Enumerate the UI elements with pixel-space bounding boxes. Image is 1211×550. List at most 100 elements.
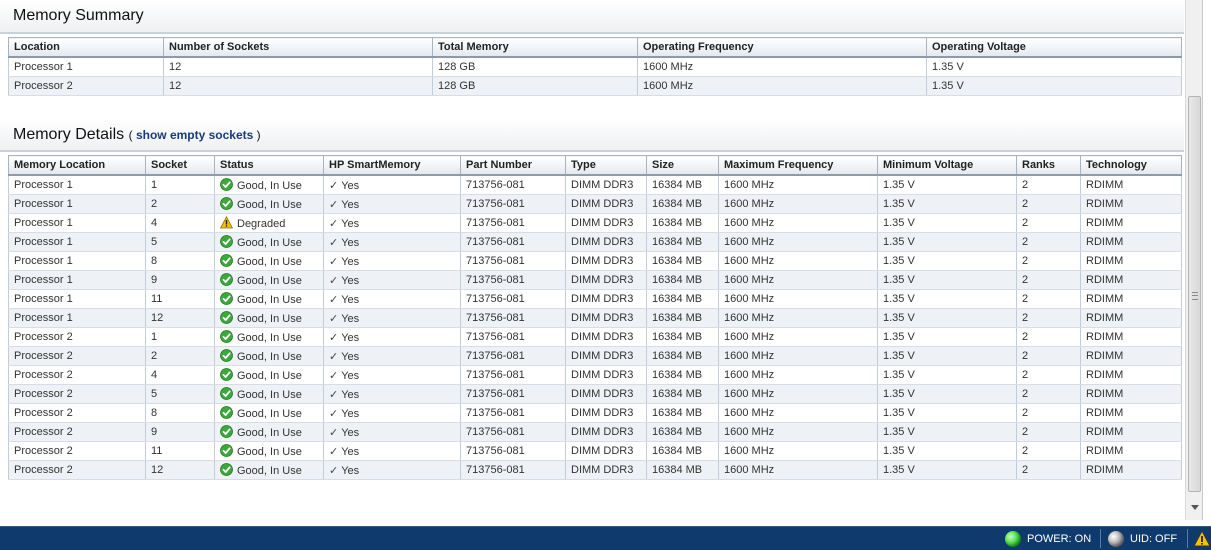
scroll-down-arrow-icon[interactable] — [1191, 505, 1199, 510]
column-header[interactable]: Location — [8, 37, 164, 58]
table-cell: DIMM DDR3 — [565, 232, 647, 252]
table-cell: 2 — [1016, 251, 1081, 271]
table-cell: 2 — [1016, 175, 1081, 195]
vertical-scrollbar[interactable] — [1185, 0, 1203, 520]
table-cell: 713756-081 — [460, 270, 566, 290]
table-cell: 16384 MB — [646, 384, 719, 404]
column-header[interactable]: Maximum Frequency — [718, 155, 878, 176]
ok-status-icon — [220, 235, 233, 248]
table-cell: Processor 2 — [8, 422, 146, 442]
checkmark-icon: ✓ — [329, 445, 339, 458]
table-cell: ✓ Yes — [323, 384, 461, 404]
table-row[interactable]: Processor 1 12 Good, In Use ✓ Yes 713756-081 D… — [8, 308, 1182, 328]
alert-indicator[interactable] — [1193, 527, 1211, 550]
table-cell: ✓ Yes — [323, 232, 461, 252]
table-cell: 2 — [1016, 289, 1081, 309]
power-led-icon — [1005, 530, 1021, 547]
table-cell: 2 — [1016, 213, 1081, 233]
table-cell: 1600 MHz — [718, 251, 878, 271]
column-header[interactable]: Socket — [145, 155, 215, 176]
column-header[interactable]: Part Number — [460, 155, 566, 176]
table-cell: 11 — [145, 289, 215, 309]
table-cell: 16384 MB — [646, 289, 719, 309]
table-row[interactable]: Processor 1 1 Good, In Use ✓ Yes 713756-081 DI… — [8, 175, 1182, 195]
table-cell: 1.35 V — [877, 460, 1017, 480]
column-header[interactable]: Status — [214, 155, 324, 176]
status-text: Good, In Use — [237, 351, 302, 363]
table-row[interactable]: Processor 1 2 Good, In Use ✓ Yes 713756-081 DI… — [8, 194, 1182, 214]
column-header[interactable]: HP SmartMemory — [323, 155, 461, 176]
table-row[interactable]: Processor 2 2 Good, In Use ✓ Yes 713756-081 DI… — [8, 346, 1182, 366]
column-header[interactable]: Minimum Voltage — [877, 155, 1017, 176]
table-row[interactable]: Processor 1 11 Good, In Use ✓ Yes 713756-081 D… — [8, 289, 1182, 309]
table-row[interactable]: Processor 2 1 Good, In Use ✓ Yes 713756-081 DI… — [8, 327, 1182, 347]
table-row[interactable]: Processor 1 12 128 GB 1600 MHz 1.35 V — [8, 57, 1182, 77]
table-cell: 16384 MB — [646, 403, 719, 423]
table-cell: 1600 MHz — [718, 460, 878, 480]
status-text: Degraded — [237, 218, 286, 230]
table-cell: DIMM DDR3 — [565, 289, 647, 309]
table-row[interactable]: Processor 1 8 Good, In Use ✓ Yes 713756-081 DI… — [8, 251, 1182, 271]
smartmemory-text: Yes — [341, 388, 360, 401]
column-header[interactable]: Type — [565, 155, 647, 176]
table-cell: Processor 2 — [8, 365, 146, 385]
status-text: Good, In Use — [237, 427, 302, 439]
table-cell: 2 — [1016, 346, 1081, 366]
uid-status[interactable]: UID: OFF — [1108, 527, 1177, 550]
table-cell: Processor 2 — [8, 403, 146, 423]
show-empty-sockets-link[interactable]: show empty sockets — [136, 128, 253, 142]
table-cell: Good, In Use — [214, 232, 324, 252]
table-cell: Processor 1 — [8, 57, 164, 77]
column-header[interactable]: Operating Frequency — [637, 37, 927, 58]
column-header[interactable]: Memory Location — [8, 155, 146, 176]
table-row[interactable]: Processor 2 8 Good, In Use ✓ Yes 713756-081 DI… — [8, 403, 1182, 423]
table-cell: 1600 MHz — [718, 365, 878, 385]
table-cell: 16384 MB — [646, 308, 719, 328]
table-cell: 1600 MHz — [637, 57, 927, 77]
column-header[interactable]: Operating Voltage — [926, 37, 1182, 58]
column-header[interactable]: Number of Sockets — [163, 37, 433, 58]
status-text: Good, In Use — [237, 275, 302, 287]
table-cell: 1.35 V — [877, 422, 1017, 442]
table-cell: ✓ Yes — [323, 460, 461, 480]
table-cell: 713756-081 — [460, 251, 566, 271]
table-cell: 2 — [1016, 270, 1081, 290]
table-cell: 8 — [145, 403, 215, 423]
table-cell: ✓ Yes — [323, 251, 461, 271]
column-header[interactable]: Ranks — [1016, 155, 1081, 176]
ok-status-icon — [220, 444, 233, 457]
table-row[interactable]: Processor 1 5 Good, In Use ✓ Yes 713756-081 DI… — [8, 232, 1182, 252]
power-status[interactable]: POWER: ON — [1005, 527, 1091, 550]
table-row[interactable]: Processor 2 4 Good, In Use ✓ Yes 713756-081 DI… — [8, 365, 1182, 385]
table-cell: DIMM DDR3 — [565, 251, 647, 271]
smartmemory-text: Yes — [341, 407, 360, 420]
table-cell: RDIMM — [1080, 194, 1182, 214]
table-cell: DIMM DDR3 — [565, 213, 647, 233]
status-text: Good, In Use — [237, 465, 302, 477]
table-cell: 1 — [145, 327, 215, 347]
table-cell: 713756-081 — [460, 213, 566, 233]
table-cell: 713756-081 — [460, 175, 566, 195]
table-row[interactable]: Processor 2 12 Good, In Use ✓ Yes 713756-081 D… — [8, 460, 1182, 480]
table-row[interactable]: Processor 2 11 Good, In Use ✓ Yes 713756-081 D… — [8, 441, 1182, 461]
scrollbar-thumb[interactable] — [1188, 96, 1201, 492]
table-row[interactable]: Processor 1 4 Degraded ✓ Yes 713756-081 DIMM D… — [8, 213, 1182, 233]
uid-status-label: UID: OFF — [1130, 532, 1178, 545]
table-row[interactable]: Processor 2 5 Good, In Use ✓ Yes 713756-081 DI… — [8, 384, 1182, 404]
table-cell: 16384 MB — [646, 460, 719, 480]
column-header[interactable]: Size — [646, 155, 719, 176]
table-row[interactable]: Processor 1 9 Good, In Use ✓ Yes 713756-081 DI… — [8, 270, 1182, 290]
table-cell: 1600 MHz — [718, 403, 878, 423]
table-cell: 1.35 V — [877, 365, 1017, 385]
table-row[interactable]: Processor 2 12 128 GB 1600 MHz 1.35 V — [8, 76, 1182, 96]
table-cell: Good, In Use — [214, 270, 324, 290]
table-cell: 1.35 V — [877, 289, 1017, 309]
table-row[interactable]: Processor 2 9 Good, In Use ✓ Yes 713756-081 DI… — [8, 422, 1182, 442]
table-cell: RDIMM — [1080, 270, 1182, 290]
column-header[interactable]: Technology — [1080, 155, 1182, 176]
column-header[interactable]: Total Memory — [432, 37, 638, 58]
table-cell: Processor 1 — [8, 251, 146, 271]
checkmark-icon: ✓ — [329, 255, 339, 268]
table-cell: DIMM DDR3 — [565, 270, 647, 290]
status-text: Good, In Use — [237, 389, 302, 401]
